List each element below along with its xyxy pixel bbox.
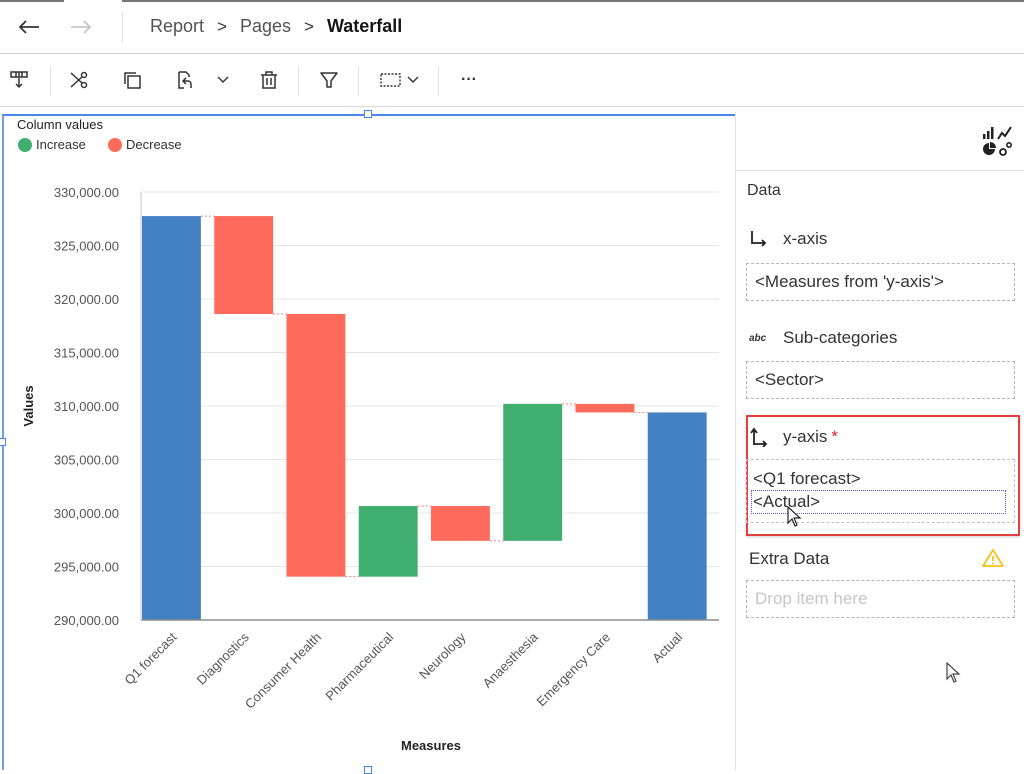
x-tick-label: Anaesthesia xyxy=(480,629,542,691)
bar-decrease[interactable] xyxy=(431,506,490,541)
slot-x-axis-label: x-axis xyxy=(749,229,827,249)
y-tick-label: 305,000.00 xyxy=(54,453,119,468)
x-tick-label: Consumer Health xyxy=(242,630,324,712)
y-tick-label: 290,000.00 xyxy=(54,613,119,628)
x-tick-label: Pharmaceutical xyxy=(322,629,396,703)
slot-title: Sub-categories xyxy=(783,328,898,347)
x-tick-label: Emergency Care xyxy=(533,630,613,710)
bar-total[interactable] xyxy=(647,412,707,620)
drop-placeholder: Drop item here xyxy=(755,589,868,608)
x-axis-ticks: Q1 forecast DiagnosticsConsumer HealthPha… xyxy=(121,629,685,712)
legend-item-increase[interactable]: Increase xyxy=(18,137,86,152)
y-tick-label: 300,000.00 xyxy=(54,506,119,521)
y-tick-label: 315,000.00 xyxy=(54,346,119,361)
x-axis-drop-zone[interactable]: <Measures from 'y-axis'> xyxy=(746,263,1015,301)
y-axis-ticks: 290,000.00 295,000.00 300,000.00 305,000.00… xyxy=(54,185,119,628)
bar-total[interactable] xyxy=(142,216,201,620)
slot-extra-data-label: Extra Data xyxy=(749,549,829,569)
y-tick-label: 295,000.00 xyxy=(54,560,119,575)
slot-item-actual[interactable]: <Actual> xyxy=(751,490,1006,514)
x-tick-label: Neurology xyxy=(416,629,469,682)
slot-item[interactable]: <Sector> xyxy=(755,370,824,390)
slot-y-axis-label: y-axis * xyxy=(749,427,838,447)
slot-title: x-axis xyxy=(783,229,828,248)
bar-decrease[interactable] xyxy=(214,216,274,314)
abc-text-icon: abc xyxy=(749,332,767,344)
bar-increase[interactable] xyxy=(358,506,418,577)
legend-label: Decrease xyxy=(126,137,182,152)
bar-decrease[interactable] xyxy=(575,403,635,413)
y-axis-title: Values xyxy=(21,385,36,426)
bar-increase[interactable] xyxy=(503,403,563,541)
y-axis-drop-zone[interactable]: <Q1 forecast> <Actual> xyxy=(746,459,1015,523)
y-axis-icon xyxy=(749,427,773,447)
legend-swatch-decrease xyxy=(108,137,122,152)
chart-types-icon xyxy=(983,126,1012,156)
slot-subcategories-label: abc Sub-categories xyxy=(749,328,897,348)
bar-decrease[interactable] xyxy=(286,313,346,577)
panel-divider xyxy=(736,170,1024,171)
legend-label: Increase xyxy=(36,137,86,152)
x-axis-icon xyxy=(749,230,773,248)
subcategories-drop-zone[interactable]: <Sector> xyxy=(746,361,1015,399)
x-tick-label: Diagnostics xyxy=(194,629,252,687)
waterfall-chart: 290,000.00 295,000.00 300,000.00 305,000.00… xyxy=(21,185,719,753)
data-section-title: Data xyxy=(747,182,781,199)
extra-data-drop-zone[interactable]: Drop item here xyxy=(746,580,1015,618)
legend-title: Column values xyxy=(17,117,103,132)
y-tick-label: 330,000.00 xyxy=(54,185,119,200)
slot-item[interactable]: <Measures from 'y-axis'> xyxy=(755,272,944,292)
bars xyxy=(142,216,707,620)
required-marker: * xyxy=(831,427,839,446)
data-panel: Data x-axis <Measures from 'y-axis'> abc… xyxy=(735,112,1024,771)
y-tick-label: 325,000.00 xyxy=(54,239,119,254)
x-tick-label: Q1 forecast xyxy=(121,629,179,687)
x-tick-label: Actual xyxy=(649,629,685,665)
y-tick-label: 320,000.00 xyxy=(54,292,119,307)
slot-title: Extra Data xyxy=(749,549,830,568)
warning-icon xyxy=(982,548,1004,573)
legend-item-decrease[interactable]: Decrease xyxy=(108,137,182,152)
slot-item-q1-forecast[interactable]: <Q1 forecast> xyxy=(753,468,861,490)
chart-type-button[interactable] xyxy=(978,122,1018,162)
legend-swatch-increase xyxy=(18,137,32,152)
slot-title: y-axis xyxy=(783,427,828,446)
y-tick-label: 310,000.00 xyxy=(54,399,119,414)
x-axis-title: Measures xyxy=(401,738,461,753)
